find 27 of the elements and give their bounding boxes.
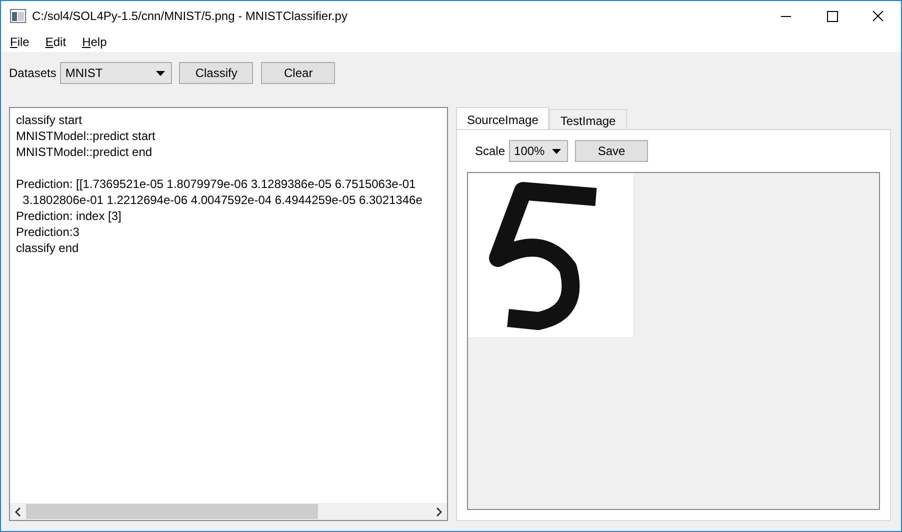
tab[interactable]: TestImage [549, 109, 627, 129]
menu-item[interactable]: File [10, 34, 30, 48]
log-line: MNISTModel::predict start [16, 128, 156, 144]
toolbar-button[interactable]: Classify [179, 62, 254, 84]
scale-label: Scale [475, 144, 506, 158]
log-line: Prediction:3 [16, 224, 80, 240]
window-title: C:/sol4/SOL4Py-1.5/cnn/MNIST/5.png - MNISTClassifier.py [32, 9, 348, 23]
scale-dropdown[interactable]: 100% [509, 140, 568, 162]
menu-item[interactable]: Edit [45, 34, 66, 48]
log-line: 3.1802806e-01 1.2212694e-06 4.0047592e-04 6.4944259e-05 6.3021346e [22, 192, 424, 208]
datasets-label: Datasets [9, 66, 56, 80]
log-line: classify start [16, 112, 84, 128]
save-button[interactable]: Save [575, 140, 648, 162]
log-line: MNISTModel::predict end [16, 144, 154, 160]
horizontal-scrollbar[interactable] [10, 503, 447, 520]
log-line: Prediction: index [3] [16, 208, 122, 224]
app-icon [10, 9, 26, 23]
caret-icon [552, 148, 562, 154]
toolbar-button[interactable]: Clear [261, 62, 336, 84]
tab[interactable]: SourceImage [456, 107, 550, 129]
caret-icon [156, 70, 166, 76]
menu-item[interactable]: Help [82, 34, 107, 48]
dataset-dropdown[interactable]: MNIST [60, 62, 172, 84]
scrollbar-thumb[interactable] [26, 504, 318, 519]
log-text-area[interactable] [9, 107, 448, 521]
log-line: Prediction: [[1.7369521e-05 1.8079979e-06 3.1289386e-05 6.7515063e-01 [16, 176, 417, 192]
log-line: classify end [16, 240, 80, 256]
